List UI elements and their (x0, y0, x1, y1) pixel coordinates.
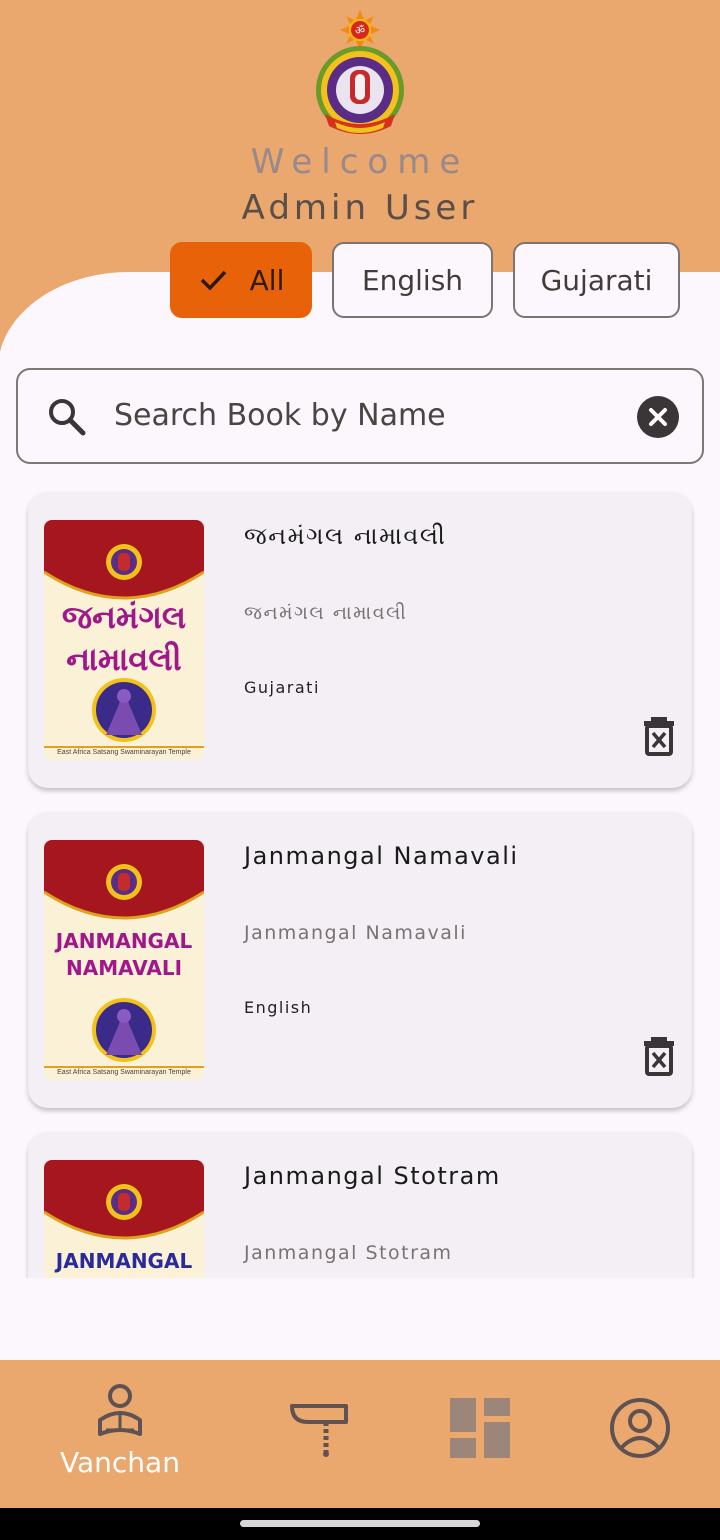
book-subtitle: જનમંગલ નામાવલી (244, 602, 408, 624)
book-card[interactable]: JANMANGAL Janmangal Stotram Janmangal St… (28, 1132, 692, 1278)
check-icon (200, 270, 226, 291)
filter-chip-english[interactable]: English (332, 242, 493, 318)
book-title: Janmangal Namavali (244, 842, 519, 870)
user-name: Admin User (241, 188, 479, 228)
nav-label-vanchan: Vanchan (60, 1446, 180, 1479)
clear-circle-icon[interactable] (637, 396, 679, 438)
book-language: English (244, 998, 313, 1017)
bottom-navigation: Vanchan (0, 1360, 720, 1508)
cover-footer: East Africa Satsang Swaminarayan Temple (57, 1069, 191, 1076)
book-cover: JANMANGAL NAMAVALI East Africa Satsang S… (44, 840, 204, 1080)
search-input[interactable]: Search Book by Name (16, 368, 704, 464)
svg-text:ॐ: ॐ (355, 24, 365, 37)
system-navigation-bar (0, 1508, 720, 1540)
cover-title: JANMANGAL NAMAVALI (55, 929, 193, 980)
cover-footer: East Africa Satsang Swaminarayan Temple (57, 749, 191, 756)
filter-chip-all-label: All (249, 263, 285, 297)
dashboard-icon (450, 1398, 510, 1458)
filter-chip-english-label: English (361, 263, 464, 297)
filter-chip-gujarati[interactable]: Gujarati (513, 242, 680, 318)
temple-emblem-logo: ॐ (313, 10, 407, 144)
reading-person-icon (98, 1384, 142, 1436)
book-title: જનમંગલ નામાવલી (244, 522, 447, 550)
nav-item-profile[interactable] (550, 1360, 720, 1508)
filter-chip-all[interactable]: All (170, 242, 312, 318)
cover-title: જનમંગલ નામાવલી (61, 598, 187, 678)
book-subtitle: Janmangal Namavali (244, 922, 467, 944)
nav-item-dashboard[interactable] (390, 1360, 570, 1508)
book-card[interactable]: જનમંગલ નામાવલી East Africa Satsang Swami… (28, 492, 692, 788)
search-icon (49, 399, 86, 436)
book-subtitle: Janmangal Stotram (244, 1242, 453, 1264)
welcome-text: Welcome (250, 142, 470, 182)
nav-item-vanchan[interactable]: Vanchan (30, 1360, 210, 1508)
profile-icon (610, 1398, 670, 1458)
filter-chip-gujarati-label: Gujarati (540, 263, 653, 297)
delete-icon[interactable] (642, 716, 676, 756)
hammer-chain-icon (290, 1404, 348, 1457)
book-cover: જનમંગલ નામાવલી East Africa Satsang Swami… (44, 520, 204, 760)
search-placeholder: Search Book by Name (114, 398, 446, 433)
nav-item-tools[interactable] (230, 1360, 410, 1508)
book-list[interactable]: જનમંગલ નામાવલી East Africa Satsang Swami… (0, 478, 720, 1278)
delete-icon[interactable] (642, 1036, 676, 1076)
cover-title: JANMANGAL (55, 1249, 193, 1273)
book-cover: JANMANGAL (44, 1160, 204, 1278)
book-card[interactable]: JANMANGAL NAMAVALI East Africa Satsang S… (28, 812, 692, 1108)
book-title: Janmangal Stotram (244, 1162, 501, 1190)
home-indicator[interactable] (240, 1520, 480, 1527)
book-language: Gujarati (244, 678, 320, 697)
